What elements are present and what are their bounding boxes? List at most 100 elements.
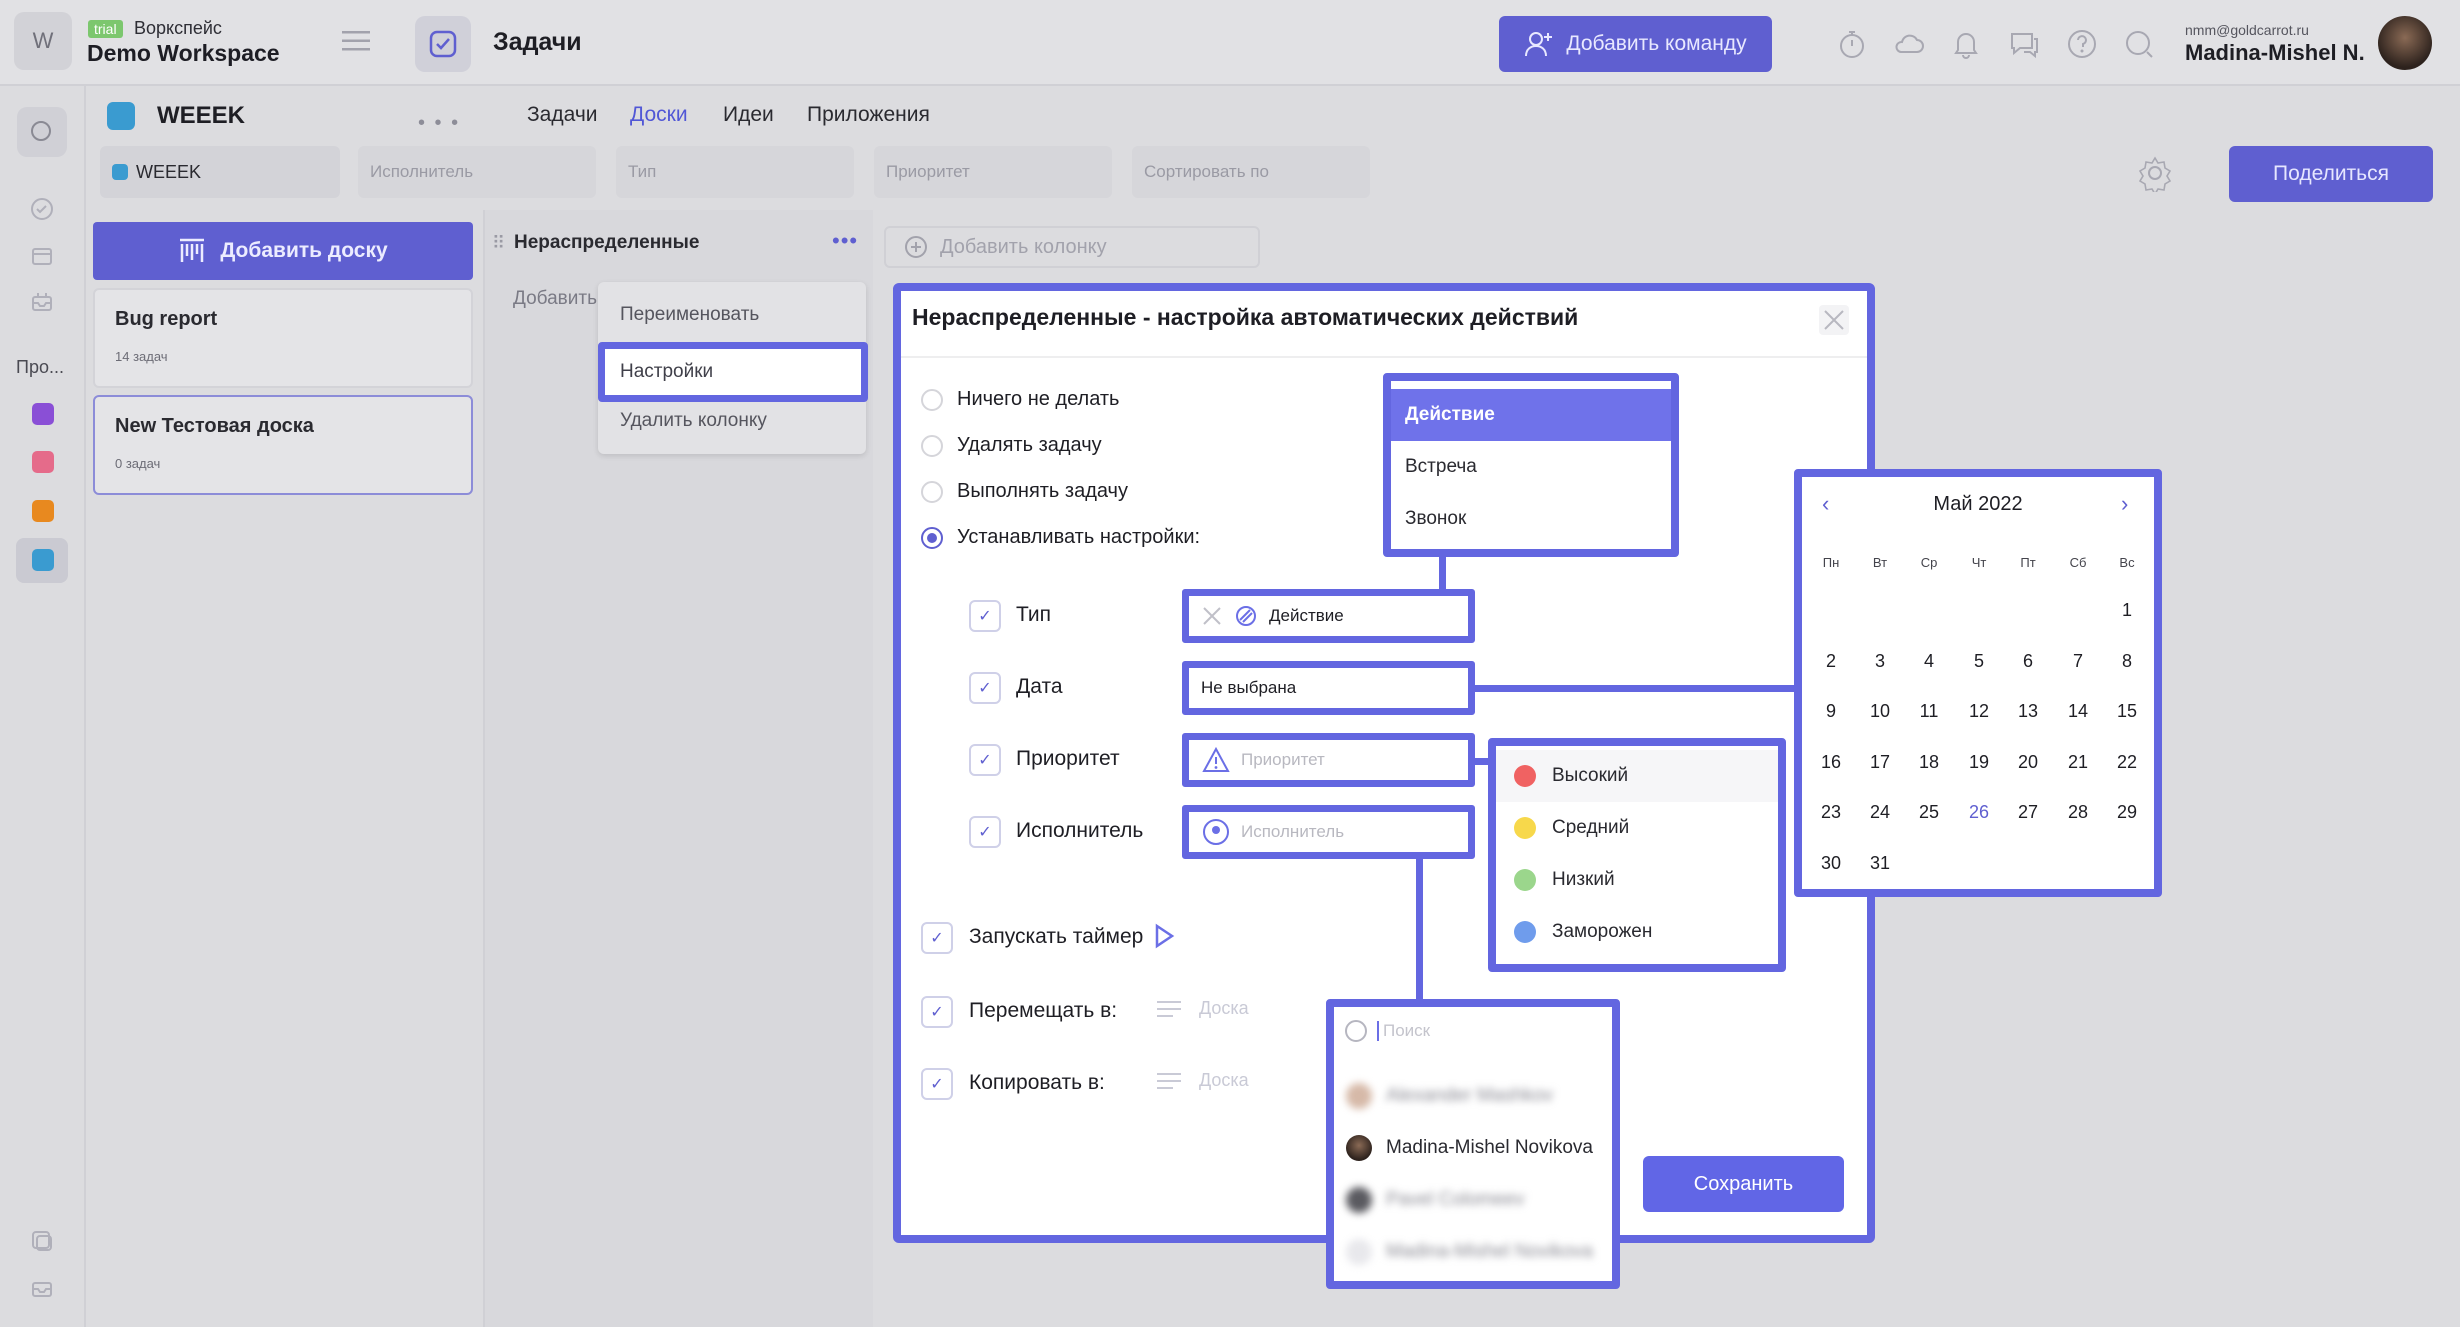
calendar-day[interactable]: 8 <box>2107 651 2147 672</box>
project-dot-blue[interactable] <box>32 549 54 571</box>
radio-do-nothing[interactable] <box>921 389 943 411</box>
share-button[interactable]: Поделиться <box>2229 146 2433 202</box>
assignee-filter[interactable]: Исполнитель <box>358 146 596 198</box>
board-card[interactable]: Bug report 14 задач <box>93 288 473 388</box>
column-menu-button[interactable]: ••• <box>832 228 858 254</box>
menu-item-rename[interactable]: Переименовать <box>620 304 759 326</box>
calendar-day[interactable]: 11 <box>1909 701 1949 722</box>
calendar-day[interactable]: 14 <box>2058 701 2098 722</box>
calendar-day[interactable]: 19 <box>1959 752 1999 773</box>
person-option[interactable]: Madina-Mishel Novikova <box>1346 1128 1593 1168</box>
column-title[interactable]: Нераспределенные <box>514 232 699 254</box>
priority-option-high[interactable]: Высокий <box>1496 750 1778 802</box>
tasks-section-icon[interactable] <box>415 16 471 72</box>
tab-apps[interactable]: Приложения <box>807 103 930 127</box>
close-icon[interactable] <box>1818 304 1850 336</box>
add-board-button[interactable]: Добавить доску <box>93 222 473 280</box>
search-icon[interactable] <box>2123 28 2155 60</box>
calendar-day[interactable]: 30 <box>1811 853 1851 874</box>
people-search-input[interactable]: Поиск <box>1343 1016 1603 1046</box>
assignee-field[interactable]: Исполнитель <box>1182 805 1475 859</box>
workspace-name[interactable]: Demo Workspace <box>87 40 280 67</box>
calendar-day[interactable]: 26 <box>1959 802 1999 823</box>
priority-option-frozen[interactable]: Заморожен <box>1496 906 1778 958</box>
project-dot-pink[interactable] <box>32 451 54 473</box>
menu-icon[interactable] <box>342 30 372 52</box>
calendar-day[interactable]: 31 <box>1860 853 1900 874</box>
person-option[interactable]: Alexander Mashkov <box>1346 1076 1553 1116</box>
type-checkbox[interactable]: ✓ <box>969 600 1001 632</box>
calendar-day[interactable]: 6 <box>2008 651 2048 672</box>
project-dot-orange[interactable] <box>32 500 54 522</box>
assignee-checkbox[interactable]: ✓ <box>969 816 1001 848</box>
save-button[interactable]: Сохранить <box>1643 1156 1844 1212</box>
timer-checkbox[interactable]: ✓ <box>921 922 953 954</box>
type-option-call[interactable]: Звонок <box>1391 493 1671 545</box>
calendar-day[interactable]: 28 <box>2058 802 2098 823</box>
project-more-button[interactable]: • • • <box>418 112 460 135</box>
move-checkbox[interactable]: ✓ <box>921 996 953 1028</box>
type-option-action[interactable]: Действие <box>1391 389 1671 441</box>
calendar-day[interactable]: 21 <box>2058 752 2098 773</box>
priority-checkbox[interactable]: ✓ <box>969 744 1001 776</box>
person-option[interactable]: Madina-Mishel Novikova <box>1346 1232 1593 1272</box>
priority-option-medium[interactable]: Средний <box>1496 802 1778 854</box>
add-column-button[interactable]: Добавить колонку <box>884 226 1260 268</box>
menu-item-settings[interactable]: Настройки <box>598 342 868 402</box>
calendar-day[interactable]: 1 <box>2107 600 2147 621</box>
user-avatar[interactable] <box>2378 16 2432 70</box>
archive-icon[interactable] <box>28 1227 56 1255</box>
copy-board-select[interactable]: Доска <box>1155 1070 1249 1091</box>
copy-checkbox[interactable]: ✓ <box>921 1068 953 1100</box>
drag-handle-icon[interactable]: ⠿ <box>492 233 505 254</box>
sort-filter[interactable]: Сортировать по <box>1132 146 1370 198</box>
type-option-meeting[interactable]: Встреча <box>1391 441 1671 493</box>
calendar-day[interactable]: 4 <box>1909 651 1949 672</box>
priority-option-low[interactable]: Низкий <box>1496 854 1778 906</box>
calendar-day[interactable]: 10 <box>1860 701 1900 722</box>
type-filter[interactable]: Тип <box>616 146 854 198</box>
calendar-day[interactable]: 7 <box>2058 651 2098 672</box>
calendar-day[interactable]: 27 <box>2008 802 2048 823</box>
priority-field[interactable]: Приоритет <box>1182 733 1475 787</box>
workspace-logo[interactable]: W <box>14 12 72 70</box>
calendar-day[interactable]: 23 <box>1811 802 1851 823</box>
calendar-day[interactable]: 24 <box>1860 802 1900 823</box>
add-task-button[interactable]: Добавить <box>513 288 597 310</box>
user-name[interactable]: Madina-Mishel N. <box>2185 40 2365 66</box>
calendar-day[interactable]: 29 <box>2107 802 2147 823</box>
calendar-day[interactable]: 5 <box>1959 651 1999 672</box>
radio-complete-task[interactable] <box>921 481 943 503</box>
calendar-icon[interactable] <box>28 242 56 270</box>
bell-icon[interactable] <box>1950 28 1982 60</box>
chat-icon[interactable] <box>2008 28 2040 60</box>
date-checkbox[interactable]: ✓ <box>969 672 1001 704</box>
calendar-day[interactable]: 2 <box>1811 651 1851 672</box>
activity-icon[interactable] <box>28 195 56 223</box>
radio-delete-task[interactable] <box>921 435 943 457</box>
project-dot-purple[interactable] <box>32 403 54 425</box>
calendar-day[interactable]: 17 <box>1860 752 1900 773</box>
inbox-bottom-icon[interactable] <box>28 1274 56 1302</box>
tab-ideas[interactable]: Идеи <box>723 103 774 127</box>
calendar-day[interactable]: 22 <box>2107 752 2147 773</box>
calendar-day[interactable]: 25 <box>1909 802 1949 823</box>
calendar-day[interactable]: 15 <box>2107 701 2147 722</box>
tab-tasks[interactable]: Задачи <box>527 103 598 127</box>
menu-item-delete-column[interactable]: Удалить колонку <box>620 410 767 432</box>
person-option[interactable]: Pavel Colomeev <box>1346 1180 1524 1220</box>
priority-filter[interactable]: Приоритет <box>874 146 1112 198</box>
calendar-day[interactable]: 20 <box>2008 752 2048 773</box>
project-filter[interactable]: WEEEK <box>100 146 340 198</box>
project-title[interactable]: WEEEK <box>157 102 245 130</box>
rail-search-button[interactable] <box>17 107 67 157</box>
calendar-day[interactable]: 3 <box>1860 651 1900 672</box>
cloud-icon[interactable] <box>1893 28 1925 60</box>
calendar-day[interactable]: 16 <box>1811 752 1851 773</box>
calendar-day[interactable]: 13 <box>2008 701 2048 722</box>
calendar-day[interactable]: 12 <box>1959 701 1999 722</box>
move-board-select[interactable]: Доска <box>1155 998 1249 1019</box>
calendar-day[interactable]: 18 <box>1909 752 1949 773</box>
timer-icon[interactable] <box>1836 28 1868 60</box>
board-card[interactable]: New Тестовая доска 0 задач <box>93 395 473 495</box>
